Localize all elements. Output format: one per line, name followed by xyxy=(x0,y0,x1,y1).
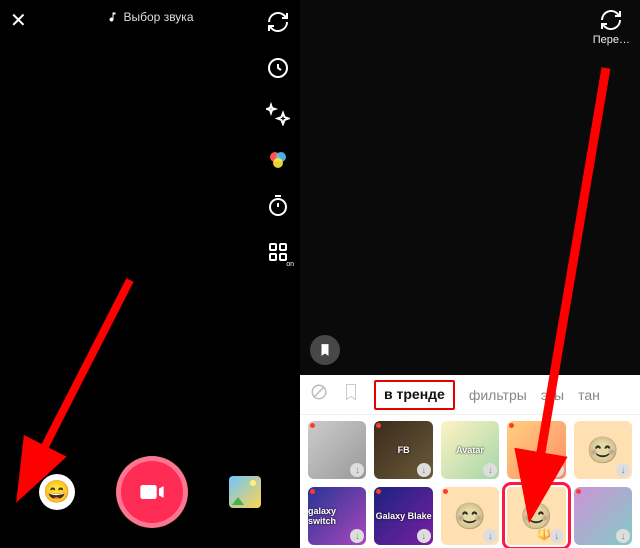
effect-item-1[interactable]: FB ↓ xyxy=(374,421,432,479)
effects-grid: ↓ FB ↓ Avatar ↓ ↓ ↓ galaxy switch ↓ Galaxy Blake ↓… xyxy=(300,415,640,548)
effect-item-7[interactable]: ↓ xyxy=(441,487,499,545)
bookmark-tab[interactable] xyxy=(342,383,360,406)
bookmark-icon xyxy=(342,383,360,401)
filter-circles-icon xyxy=(266,148,290,172)
effect-label: galaxy switch xyxy=(308,506,366,526)
video-camera-icon xyxy=(138,478,166,506)
new-badge-dot xyxy=(376,423,381,428)
download-icon: ↓ xyxy=(417,529,431,543)
new-badge-dot xyxy=(509,423,514,428)
download-icon: ↓ xyxy=(350,529,364,543)
annotation-arrow-left xyxy=(20,270,150,485)
effect-item-0[interactable]: ↓ xyxy=(308,421,366,479)
select-sound-label: Выбор звука xyxy=(124,10,194,24)
effect-item-4[interactable]: ↓ xyxy=(574,421,632,479)
effects-face-icon: 😄 xyxy=(43,479,70,505)
effect-category-tabs: в тренде фильтры эты тан xyxy=(300,375,640,415)
effect-label: Galaxy Blake xyxy=(376,511,432,521)
effects-button[interactable]: 😄 xyxy=(39,474,75,510)
saved-effects-button[interactable] xyxy=(310,335,340,365)
download-icon: ↓ xyxy=(550,529,564,543)
effect-item-9[interactable]: ↓ xyxy=(574,487,632,545)
download-icon: ↓ xyxy=(350,463,364,477)
download-icon: ↓ xyxy=(483,463,497,477)
gallery-button[interactable] xyxy=(229,476,261,508)
new-badge-dot xyxy=(310,489,315,494)
flip-camera-button-right[interactable]: Пере… xyxy=(593,8,630,46)
effect-item-8[interactable]: 🔱↓ xyxy=(507,487,565,545)
timer-icon xyxy=(266,194,290,218)
new-badge-dot xyxy=(443,489,448,494)
effect-label: FB xyxy=(398,445,410,455)
timer-button[interactable] xyxy=(264,192,292,220)
download-icon: ↓ xyxy=(550,463,564,477)
filters-button[interactable] xyxy=(264,146,292,174)
cancel-icon xyxy=(310,383,328,401)
flip-label: Пере… xyxy=(593,34,630,46)
no-effect-tab[interactable] xyxy=(310,383,328,406)
download-icon: ↓ xyxy=(616,529,630,543)
beauty-button[interactable] xyxy=(264,100,292,128)
camera-tools-column: on xyxy=(264,8,292,266)
camera-preview: Пере… xyxy=(300,0,640,375)
effects-screen-right: Пере… в тренде фильтры эты тан ↓FB↓Avata… xyxy=(300,0,640,548)
speed-icon xyxy=(266,56,290,80)
new-badge-dot xyxy=(576,489,581,494)
effect-label: Avatar xyxy=(456,445,484,455)
new-badge-dot xyxy=(310,423,315,428)
camera-screen-left: ✕ Выбор звука on xyxy=(0,0,300,548)
close-button[interactable]: ✕ xyxy=(10,8,27,33)
tab-highlight-annotation: в тренде xyxy=(374,380,455,410)
record-button[interactable] xyxy=(116,456,188,528)
tab-dance-partial[interactable]: тан xyxy=(578,387,600,403)
flip-camera-button[interactable] xyxy=(264,8,292,36)
flip-icon xyxy=(266,10,290,34)
effect-item-2[interactable]: Avatar ↓ xyxy=(441,421,499,479)
select-sound-button[interactable]: Выбор звука xyxy=(107,10,194,24)
effect-item-6[interactable]: Galaxy Blake ↓ xyxy=(374,487,432,545)
download-icon: ↓ xyxy=(616,463,630,477)
download-icon: ↓ xyxy=(483,529,497,543)
download-icon: ↓ xyxy=(417,463,431,477)
effect-item-5[interactable]: galaxy switch ↓ xyxy=(308,487,366,545)
effect-item-3[interactable]: ↓ xyxy=(507,421,565,479)
tab-effects-partial[interactable]: эты xyxy=(541,387,564,403)
tab-trending[interactable]: в тренде xyxy=(384,386,445,402)
camera-bottom-bar: 😄 xyxy=(0,456,300,528)
flip-icon xyxy=(599,8,623,32)
tab-filters[interactable]: фильтры xyxy=(469,387,527,403)
new-badge-dot xyxy=(376,489,381,494)
music-note-icon xyxy=(107,11,119,23)
sparkle-icon xyxy=(266,102,290,126)
speed-button[interactable]: on xyxy=(264,54,292,82)
bookmark-icon xyxy=(318,343,332,357)
